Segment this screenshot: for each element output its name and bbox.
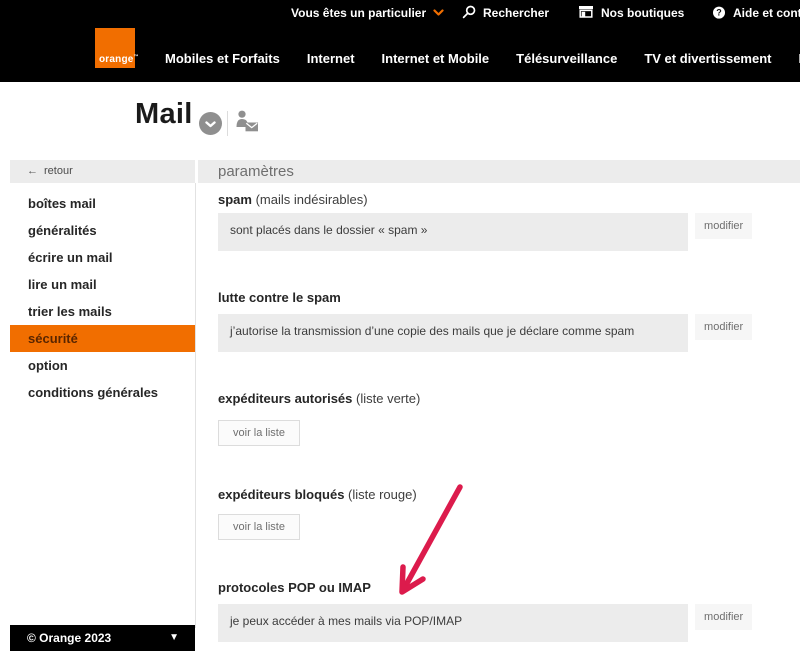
section-title: spam [218, 192, 252, 207]
mail-dropdown-button[interactable] [199, 112, 222, 135]
trademark-symbol: ™ [134, 54, 139, 60]
shop-icon [578, 5, 594, 21]
setting-row-spam: sont placés dans le dossier « spam » mod… [218, 213, 752, 251]
section-heading-lutte-spam: lutte contre le spam [218, 291, 752, 305]
nav-item-tv[interactable]: TV et divertissement [644, 51, 771, 71]
section-heading-expediteurs-bloques: expéditeurs bloqués (liste rouge) [218, 488, 752, 502]
section-title: expéditeurs bloqués [218, 487, 344, 502]
help-label: Aide et conta [733, 6, 800, 20]
sidebar-item-option[interactable]: option [10, 352, 195, 379]
shops-label: Nos boutiques [601, 6, 684, 20]
footer-collapse-icon[interactable]: ▼ [169, 625, 179, 651]
section-title: expéditeurs autorisés [218, 391, 352, 406]
help-icon: ? [712, 6, 726, 20]
footer-bar: © Orange 2023 ▼ [10, 625, 195, 651]
section-title: lutte contre le spam [218, 290, 341, 305]
help-link[interactable]: ? Aide et conta [712, 0, 800, 26]
sidebar: boîtes mail généralités écrire un mail l… [10, 190, 195, 406]
setting-value: sont placés dans le dossier « spam » [230, 223, 427, 237]
section-heading-protocoles: protocoles POP ou IMAP [218, 581, 752, 595]
search-link[interactable]: Rechercher [462, 0, 549, 26]
setting-value: je peux accéder à mes mails via POP/IMAP [230, 614, 462, 628]
contact-mail-icon[interactable] [234, 109, 260, 140]
page-title: Mail [135, 98, 193, 131]
shops-link[interactable]: Nos boutiques [578, 0, 684, 26]
voir-la-liste-button-rouge[interactable]: voir la liste [218, 514, 300, 540]
section-heading-expediteurs-autorises: expéditeurs autorisés (liste verte) [218, 392, 752, 406]
nav-item-internet-mobile[interactable]: Internet et Mobile [382, 51, 490, 71]
orange-logo[interactable]: orange™ [95, 28, 135, 68]
section-note: (liste verte) [356, 391, 420, 406]
nav-item-mobiles[interactable]: Mobiles et Forfaits [165, 51, 280, 71]
modifier-button[interactable]: modifier [695, 604, 752, 630]
settings-panel: spam (mails indésirables) sont placés da… [218, 183, 752, 642]
utility-bar: Vous êtes un particulier Rechercher Nos … [0, 0, 800, 26]
voir-la-liste-button-verte[interactable]: voir la liste [218, 420, 300, 446]
back-label: retour [44, 165, 73, 177]
site-header: Vous êtes un particulier Rechercher Nos … [0, 0, 800, 82]
chevron-down-icon [205, 115, 216, 133]
section-title: protocoles POP ou IMAP [218, 580, 371, 595]
setting-value-box: sont placés dans le dossier « spam » [218, 213, 688, 251]
primary-nav: Mobiles et Forfaits Internet Internet et… [165, 51, 800, 71]
sidebar-item-trier-les-mails[interactable]: trier les mails [10, 298, 195, 325]
back-arrow-icon: ← [27, 165, 38, 177]
setting-value-box: je peux accéder à mes mails via POP/IMAP [218, 604, 688, 642]
search-icon [462, 5, 476, 22]
sidebar-divider [195, 183, 196, 628]
logo-text: orange [99, 54, 134, 65]
sidebar-item-boites-mail[interactable]: boîtes mail [10, 190, 195, 217]
copyright-label: © Orange 2023 [27, 631, 111, 645]
sidebar-item-generalites[interactable]: généralités [10, 217, 195, 244]
setting-row-lutte-spam: j’autorise la transmission d’une copie d… [218, 314, 752, 352]
sidebar-item-conditions-generales[interactable]: conditions générales [10, 379, 195, 406]
section-heading-spam: spam (mails indésirables) [218, 193, 752, 207]
svg-text:?: ? [716, 8, 722, 18]
chevron-down-icon [433, 6, 444, 20]
sidebar-item-ecrire-un-mail[interactable]: écrire un mail [10, 244, 195, 271]
section-note: (liste rouge) [348, 487, 417, 502]
modifier-button[interactable]: modifier [695, 213, 752, 239]
sidebar-item-securite[interactable]: sécurité [10, 325, 195, 352]
setting-value-box: j’autorise la transmission d’une copie d… [218, 314, 688, 352]
setting-row-protocoles: je peux accéder à mes mails via POP/IMAP… [218, 604, 752, 642]
back-link[interactable]: ← retour [10, 160, 195, 183]
nav-item-internet[interactable]: Internet [307, 51, 355, 71]
audience-label: Vous êtes un particulier [291, 6, 426, 20]
setting-value: j’autorise la transmission d’une copie d… [230, 324, 634, 338]
section-note: (mails indésirables) [256, 192, 368, 207]
settings-header: paramètres [198, 160, 800, 183]
audience-selector[interactable]: Vous êtes un particulier [291, 0, 444, 26]
sidebar-item-lire-un-mail[interactable]: lire un mail [10, 271, 195, 298]
search-label: Rechercher [483, 6, 549, 20]
modifier-button[interactable]: modifier [695, 314, 752, 340]
nav-item-telesurveillance[interactable]: Télésurveillance [516, 51, 617, 71]
title-divider [227, 111, 228, 136]
